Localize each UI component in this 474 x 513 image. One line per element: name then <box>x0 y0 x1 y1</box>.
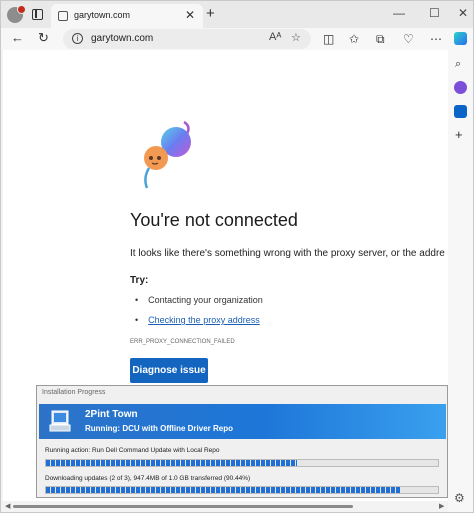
banner-title: 2Pint Town <box>85 409 138 420</box>
installation-progress-dialog: Installation Progress 2Pint Town Running… <box>36 385 448 498</box>
more-menu-icon[interactable]: ⋯ <box>430 32 442 46</box>
banner-subtitle: Running: DCU with Offline Driver Repo <box>85 424 233 433</box>
active-tab[interactable]: garytown.com ✕ <box>51 4 203 28</box>
download-status-text: Downloading updates (2 of 3), 947.4MB of… <box>45 475 251 482</box>
installer-logo-icon <box>49 410 71 432</box>
new-tab-icon[interactable]: + <box>206 5 215 22</box>
tab-title: garytown.com <box>74 10 131 20</box>
error-code: ERR_PROXY_CONNECTION_FAILED <box>130 339 235 345</box>
dialog-title: Installation Progress <box>42 389 106 396</box>
download-progress-bar <box>45 486 439 494</box>
copilot-app-icon[interactable] <box>454 81 467 94</box>
tab-close-icon[interactable]: ✕ <box>185 8 195 22</box>
browser-window: garytown.com ✕ + — ☐ ✕ ← ↻ i garytown.co… <box>0 0 474 513</box>
split-screen-icon[interactable]: ◫ <box>323 32 334 46</box>
tab-strip: garytown.com ✕ + — ☐ ✕ <box>1 1 473 28</box>
task-banner: 2Pint Town Running: DCU with Offline Dri… <box>39 404 446 439</box>
scroll-left-icon[interactable]: ◀ <box>5 502 10 510</box>
horizontal-scrollbar[interactable]: ◀ ▶ <box>3 501 448 512</box>
close-window-icon[interactable]: ✕ <box>458 6 468 20</box>
page-favicon-icon <box>58 11 68 21</box>
url-text[interactable]: garytown.com <box>91 33 153 44</box>
outlook-icon[interactable] <box>454 105 467 118</box>
suggestion-item: • Checking the proxy address <box>135 315 260 325</box>
scroll-right-icon[interactable]: ▶ <box>439 502 444 510</box>
download-progress-fill <box>46 487 401 493</box>
copilot-icon[interactable] <box>454 32 467 45</box>
collections-icon[interactable]: ⧉ <box>376 32 385 47</box>
check-proxy-link[interactable]: Checking the proxy address <box>148 315 260 325</box>
toolbar: ← ↻ i garytown.com Aᴬ ☆ ◫ ✩ ⧉ ♡ ⋯ <box>1 28 473 50</box>
sidebar-search-icon[interactable]: ⌕ <box>455 58 461 71</box>
favorite-star-icon[interactable]: ☆ <box>291 31 301 44</box>
minimize-icon[interactable]: — <box>393 6 405 20</box>
profile-avatar-icon[interactable] <box>7 5 26 23</box>
error-description: It looks like there's something wrong wi… <box>130 248 445 259</box>
scrollbar-thumb[interactable] <box>13 505 353 508</box>
favorites-icon[interactable]: ✩ <box>349 32 359 46</box>
sidebar-settings-icon[interactable]: ⚙ <box>454 491 465 505</box>
try-label: Try: <box>130 275 149 286</box>
tab-actions-icon[interactable] <box>32 9 43 20</box>
add-sidebar-app-icon[interactable]: + <box>455 127 463 142</box>
maximize-icon[interactable]: ☐ <box>429 6 440 20</box>
read-aloud-icon[interactable]: Aᴬ <box>269 31 281 43</box>
address-bar[interactable]: i garytown.com Aᴬ ☆ <box>63 29 311 49</box>
action-progress-bar <box>45 459 439 467</box>
back-icon[interactable]: ← <box>11 30 24 45</box>
suggestion-item: • Contacting your organization <box>135 295 263 305</box>
action-status-text: Running action: Run Dell Command Update … <box>45 447 220 454</box>
diagnose-issue-button[interactable]: Diagnose issue <box>130 358 208 383</box>
error-headline: You're not connected <box>130 210 298 230</box>
sidebar: ⌕ + ⚙ <box>448 32 473 512</box>
refresh-icon[interactable]: ↻ <box>38 30 49 46</box>
suggestion-text: Contacting your organization <box>148 295 263 305</box>
site-info-icon[interactable]: i <box>72 33 83 44</box>
browser-essentials-icon[interactable]: ♡ <box>403 32 414 46</box>
action-progress-fill <box>46 460 297 466</box>
disconnected-plug-illustration-icon <box>144 120 191 189</box>
